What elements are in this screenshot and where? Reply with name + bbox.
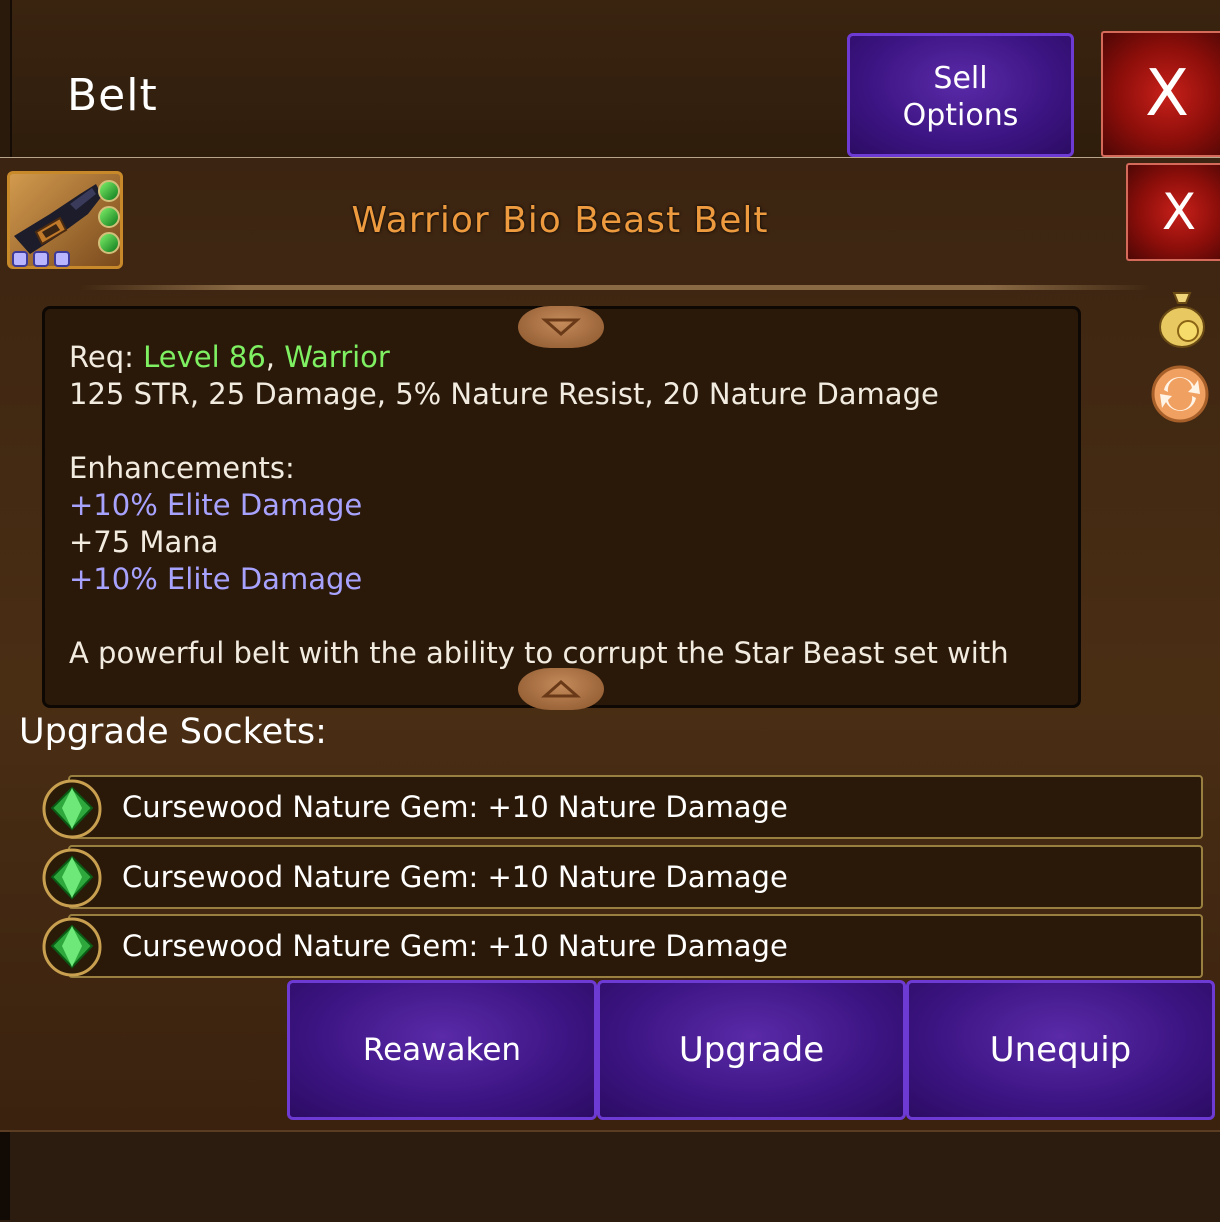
requirement-level: Level 86 — [143, 340, 266, 374]
slot-indicator — [12, 251, 28, 267]
requirement-prefix: Req: — [69, 340, 144, 374]
chevron-down-icon — [541, 318, 581, 336]
item-name: Warrior Bio Beast Belt — [351, 200, 769, 241]
item-flavor-text: A powerful belt with the ability to corr… — [69, 636, 1009, 670]
item-description-box[interactable]: Req: Level 86, Warrior 125 STR, 25 Damag… — [42, 306, 1081, 708]
enhancements-title: Enhancements: — [69, 451, 295, 485]
socket-row[interactable]: Cursewood Nature Gem: +10 Nature Damage — [68, 845, 1203, 909]
slot-indicator — [54, 251, 70, 267]
close-item-button[interactable]: X — [1126, 163, 1220, 261]
footer-edge — [0, 1132, 10, 1220]
scroll-up-button[interactable] — [518, 306, 604, 348]
enhancement-line: +10% Elite Damage — [69, 488, 363, 522]
close-window-button[interactable]: X — [1101, 31, 1220, 157]
sell-options-button[interactable]: Sell Options — [847, 33, 1074, 157]
socket-gem-icon — [98, 180, 120, 202]
upgrade-sockets-label: Upgrade Sockets: — [19, 712, 327, 752]
nature-gem-icon — [42, 917, 102, 977]
left-edge — [0, 0, 12, 157]
requirement-separator: , — [265, 340, 285, 374]
upgrade-button[interactable]: Upgrade — [597, 980, 906, 1120]
nature-gem-icon — [42, 779, 102, 839]
reawaken-button[interactable]: Reawaken — [287, 980, 597, 1120]
enhancement-line: +10% Elite Damage — [69, 562, 363, 596]
enhancement-line: +75 Mana — [69, 525, 219, 559]
socket-text: Cursewood Nature Gem: +10 Nature Damage — [122, 860, 788, 894]
chevron-up-icon — [541, 680, 581, 698]
nature-gem-icon — [42, 848, 102, 908]
socket-text: Cursewood Nature Gem: +10 Nature Damage — [122, 790, 788, 824]
unequip-button[interactable]: Unequip — [906, 980, 1215, 1120]
slot-indicator — [33, 251, 49, 267]
scroll-down-button[interactable] — [518, 668, 604, 710]
socket-row[interactable]: Cursewood Nature Gem: +10 Nature Damage — [68, 914, 1203, 978]
gold-bag-icon[interactable] — [1152, 290, 1212, 350]
swap-arrows-icon[interactable] — [1150, 364, 1210, 424]
socket-row[interactable]: Cursewood Nature Gem: +10 Nature Damage — [68, 775, 1203, 839]
item-description: Req: Level 86, Warrior 125 STR, 25 Damag… — [69, 339, 1009, 672]
item-stats: 125 STR, 25 Damage, 5% Nature Resist, 20… — [69, 377, 939, 411]
socket-text: Cursewood Nature Gem: +10 Nature Damage — [122, 929, 788, 963]
page-title: Belt — [67, 70, 158, 121]
divider — [80, 285, 1150, 290]
footer-bar — [0, 1130, 1220, 1222]
requirement-class: Warrior — [284, 340, 390, 374]
